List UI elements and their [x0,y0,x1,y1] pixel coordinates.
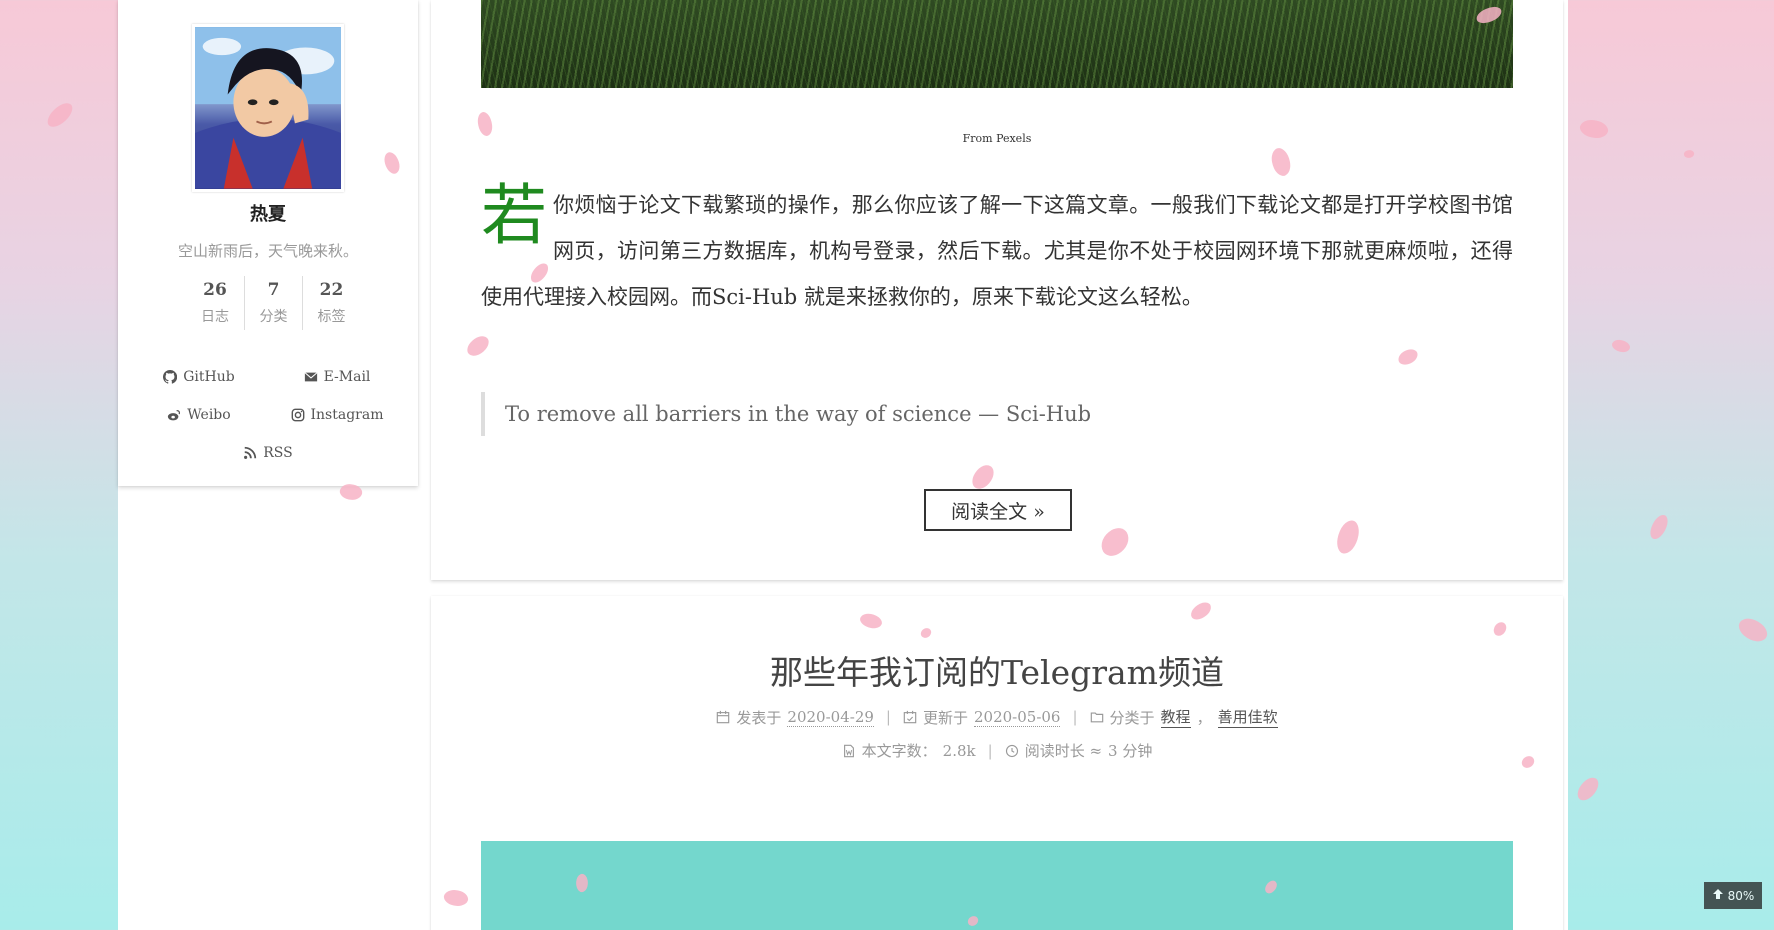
petal-decoration [1683,149,1695,159]
post-cover-image [481,841,1513,930]
back-to-top-button[interactable]: 80% [1704,882,1762,909]
weibo-link[interactable]: Weibo [130,407,268,423]
post-title[interactable]: 那些年我订阅的Telegram频道 [431,646,1563,694]
github-link[interactable]: GitHub [130,369,268,385]
folder-icon [1090,710,1104,724]
site-state: 26 日志 7 分类 22 标签 [186,276,360,330]
instagram-icon [291,408,305,422]
read-more-button[interactable]: 阅读全文 » [924,489,1072,531]
petal-decoration [1574,773,1602,805]
readtime-value: 3 分钟 [1108,742,1153,760]
wordcount-label: 本文字数： [861,742,937,760]
meta-divider: | [987,741,993,760]
dropcap: 若 [481,177,547,254]
state-posts[interactable]: 26 日志 [186,276,244,330]
posted-label: 发表于 [736,708,782,727]
state-tags[interactable]: 22 标签 [302,276,360,330]
clock-icon [1005,744,1019,758]
scroll-percent: 80% [1727,888,1755,903]
instagram-link[interactable]: Instagram [268,407,406,423]
updated-label: 更新于 [922,708,968,727]
file-word-icon [842,744,856,758]
github-icon [163,370,178,384]
github-label: GitHub [183,369,235,385]
meta-divider: | [885,708,891,726]
social-links: GitHub E-Mail Weibo Instagram RSS [118,358,418,472]
state-count: 7 [267,280,280,300]
avatar[interactable] [192,24,344,192]
calendar-check-icon [903,710,917,724]
category-link-tutorial[interactable]: 教程 [1160,706,1191,728]
petal-decoration [1735,612,1771,648]
email-label: E-Mail [323,369,371,385]
state-count: 26 [203,280,227,300]
post-card-scihub: From Pexels 若你烦恼于论文下载繁琐的操作，那么你应该了解一下这篇文章… [431,0,1563,580]
post-cover-image [481,0,1513,88]
arrow-up-icon [1712,888,1724,903]
meta-divider: | [1072,708,1078,726]
readtime-label: 阅读时长 ≈ [1024,742,1103,760]
post-card-telegram: 那些年我订阅的Telegram频道 发表于 2020-04-29 | 更新于 2… [431,596,1563,930]
excerpt-text: 你烦恼于论文下载繁琐的操作，那么你应该了解一下这篇文章。一般我们下载论文都是打开… [481,193,1513,309]
state-categories[interactable]: 7 分类 [244,276,302,330]
petal-decoration [1647,512,1671,542]
weibo-label: Weibo [187,407,231,423]
site-author-name: 热夏 [250,204,286,225]
instagram-label: Instagram [310,407,384,423]
envelope-icon [304,370,318,384]
petal-decoration [1577,115,1611,143]
blockquote: To remove all barriers in the way of sci… [481,392,1091,436]
category-link-software[interactable]: 善用佳软 [1217,706,1278,728]
state-count: 22 [319,280,344,300]
image-caption: From Pexels [962,132,1032,145]
weibo-icon [167,408,181,422]
email-link[interactable]: E-Mail [268,369,406,385]
post-meta-stats: 本文字数： 2.8k | 阅读时长 ≈ 3 分钟 [431,740,1563,761]
category-separator: ， [1196,708,1212,727]
state-label: 标签 [317,309,346,325]
post-excerpt: 若你烦恼于论文下载繁琐的操作，那么你应该了解一下这篇文章。一般我们下载论文都是打… [481,182,1513,320]
category-label: 分类于 [1109,708,1155,727]
state-label: 分类 [259,309,288,325]
rss-link[interactable]: RSS [199,445,337,461]
post-meta-dates: 发表于 2020-04-29 | 更新于 2020-05-06 | 分类于 教程… [431,706,1563,728]
site-description: 空山新雨后，天气晚来秋。 [177,242,358,260]
rss-label: RSS [263,445,293,461]
updated-date: 2020-05-06 [973,707,1061,727]
petal-decoration [44,98,76,132]
rss-icon [243,446,257,460]
calendar-icon [716,710,730,724]
posted-date: 2020-04-29 [787,707,874,727]
state-label: 日志 [201,309,229,325]
wordcount-value: 2.8k [942,741,976,760]
sidebar-overview: 热夏 空山新雨后，天气晚来秋。 26 日志 7 分类 22 标签 GitHub [118,0,418,486]
petal-decoration [1610,336,1632,356]
